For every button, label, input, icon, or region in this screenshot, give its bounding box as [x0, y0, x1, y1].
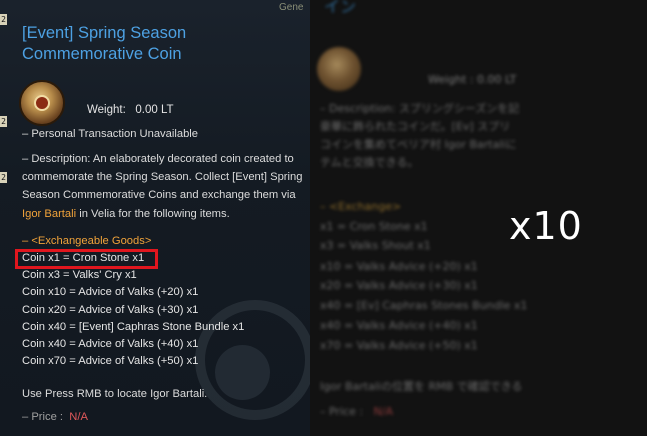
- description-text-end: in Velia for the following items.: [76, 207, 230, 220]
- jp-item-title: イン: [324, 0, 357, 16]
- price-value: N/A: [69, 411, 88, 423]
- item-tooltip: 2 2 2 Gene [Event] Spring Season Commemo…: [0, 0, 310, 436]
- description-text: – Description: An elaborately decorated …: [22, 153, 303, 202]
- exchange-row: Coin x40 = Advice of Valks (+40) x1: [22, 337, 199, 350]
- jp-desc-line: コインを集めてベリア村 Igor Bartaliに: [320, 138, 517, 151]
- personal-transaction-note: – Personal Transaction Unavailable: [22, 128, 198, 140]
- jp-price-value: N/A: [373, 405, 394, 418]
- exchange-row: Coin x3 = Valks' Cry x1: [22, 269, 137, 282]
- coin-emblem: [34, 95, 50, 111]
- weight-label: Weight:: [87, 104, 126, 116]
- background-tab-label: Gene: [279, 2, 304, 13]
- locate-hint: Use Press RMB to locate Igor Bartali.: [22, 388, 208, 400]
- jp-exchange-header-text: – <Exchange>: [320, 200, 402, 213]
- multiplier-label: x10: [509, 204, 583, 248]
- blurred-content: イン Weight : 0.00 LT – Description: スプリング…: [310, 0, 647, 436]
- jp-locate-hint: Igor Bartaliの位置を RMB で確認できる: [320, 380, 523, 393]
- exchange-goods-header: – <Exchangeable Goods>: [22, 235, 152, 247]
- japanese-tooltip: イン Weight : 0.00 LT – Description: スプリング…: [310, 0, 647, 436]
- exchange-row: Coin x40 = [Event] Caphras Stone Bundle …: [22, 320, 245, 333]
- jp-desc-line: 豪華に飾られたコインだ。[Ev] スプリ: [320, 120, 511, 133]
- jp-exchange-row: x10 = Valks Advice (+20) x1: [320, 260, 478, 273]
- exchange-row: Coin x70 = Advice of Valks (+50) x1: [22, 355, 199, 368]
- edge-counter: 2: [0, 14, 7, 25]
- npc-name-link[interactable]: Igor Bartali: [22, 208, 76, 220]
- item-weight: Weight: 0.00 LT: [87, 104, 174, 116]
- jp-exchange-row: x40 = Valks Advice (+40) x1: [320, 319, 478, 332]
- jp-exchange-row: x70 = Valks Advice (+50) x1: [320, 339, 478, 352]
- exchange-row: Coin x10 = Advice of Valks (+20) x1: [22, 286, 199, 299]
- jp-exchange-row: x3 = Valks Shout x1: [320, 239, 431, 252]
- edge-counter: 2: [0, 172, 7, 183]
- item-title: [Event] Spring Season Commemorative Coin: [22, 24, 187, 63]
- price-label: – Price :: [22, 411, 64, 423]
- jp-price-label: – Price :: [320, 405, 364, 418]
- jp-desc-line: テムと交換できる。: [320, 156, 419, 169]
- highlight-box: [15, 249, 158, 269]
- weight-value: 0.00 LT: [135, 104, 174, 116]
- jp-exchange-header: – <Exchange>: [320, 200, 401, 213]
- jp-price-row: – Price : N/A: [320, 405, 393, 418]
- jp-exchange-row: x40 = [Ev] Caphras Stones Bundle x1: [320, 299, 528, 312]
- coin-icon: [19, 80, 65, 126]
- jp-exchange-row: x1 = Cron Stone x1: [320, 220, 428, 233]
- item-description: – Description: An elaborately decorated …: [22, 150, 310, 223]
- jp-exchange-row: x20 = Valks Advice (+30) x1: [320, 279, 478, 292]
- price-row: – Price : N/A: [22, 411, 88, 423]
- exchange-row: Coin x20 = Advice of Valks (+30) x1: [22, 303, 199, 316]
- edge-counter: 2: [0, 116, 7, 127]
- jp-coin-icon: [317, 47, 361, 91]
- jp-weight: Weight : 0.00 LT: [428, 73, 517, 86]
- jp-desc-line: – Description: スプリングシーズンを記: [320, 102, 520, 115]
